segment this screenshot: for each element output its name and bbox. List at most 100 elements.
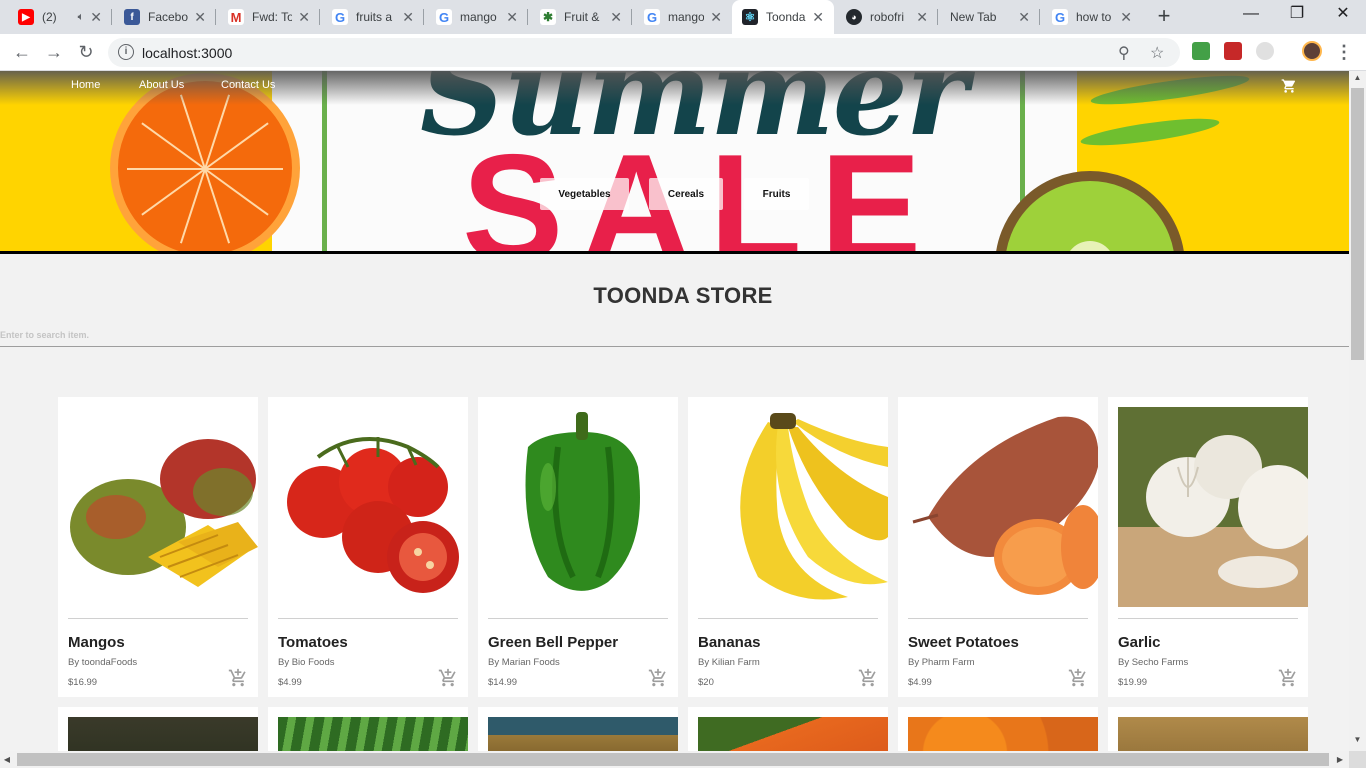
close-tab-icon[interactable]: ✕: [194, 9, 206, 26]
category-fruits-button[interactable]: Fruits: [744, 178, 809, 210]
product-card-sweet-potatoes[interactable]: Sweet Potatoes By Pharm Farm $4.99: [898, 397, 1098, 697]
tab-title: fruits a: [356, 10, 393, 24]
kiwi-image: [1118, 717, 1308, 751]
bookmark-star-icon[interactable]: ☆: [1150, 43, 1164, 63]
zoom-icon[interactable]: ⚲: [1118, 43, 1130, 63]
close-window-button[interactable]: ✕: [1320, 0, 1366, 30]
product-card-pineapple[interactable]: [478, 707, 678, 751]
nav-home-link[interactable]: Home: [71, 79, 100, 91]
red-extension-icon[interactable]: [1224, 42, 1242, 60]
close-tab-icon[interactable]: ✕: [916, 9, 928, 26]
tab-google-mango[interactable]: G mango ✕: [426, 0, 528, 34]
product-name[interactable]: Tomatoes: [278, 634, 348, 651]
close-tab-icon[interactable]: ✕: [610, 9, 622, 26]
close-tab-icon[interactable]: ✕: [812, 9, 824, 26]
menu-kebab-icon[interactable]: ⋮: [1332, 40, 1356, 64]
product-card-garlic[interactable]: Garlic By Secho Farms $19.99: [1108, 397, 1308, 697]
scroll-left-arrow-icon[interactable]: ◀: [0, 751, 14, 768]
tab-title: how to: [1076, 10, 1112, 24]
tab-google-fruits[interactable]: G fruits a ✕: [322, 0, 424, 34]
top-navigation: Home About Us Contact Us: [0, 71, 1349, 101]
tab-google-mango-2[interactable]: G mango ✕: [634, 0, 732, 34]
address-url[interactable]: localhost:3000: [142, 45, 232, 61]
scroll-down-arrow-icon[interactable]: ▼: [1349, 733, 1366, 747]
green-pepper-image: [488, 407, 678, 607]
tab-youtube[interactable]: ▶ (2) 🔈︎ ✕: [8, 0, 112, 34]
tab-title: New Tab: [950, 10, 997, 24]
avocado-image: [68, 717, 258, 751]
info-icon[interactable]: i: [118, 44, 134, 60]
product-card-mangos[interactable]: Mangos By toondaFoods $16.99: [58, 397, 258, 697]
shopping-cart-icon[interactable]: [1281, 78, 1297, 94]
product-card-orange[interactable]: [898, 707, 1098, 751]
category-vegetables-button[interactable]: Vegetables: [540, 178, 629, 210]
google-icon: G: [332, 9, 348, 25]
close-tab-icon[interactable]: ✕: [90, 9, 102, 26]
product-vendor: By Secho Farms: [1118, 657, 1189, 668]
tab-facebook[interactable]: f Facebook ✕: [114, 0, 216, 34]
product-name[interactable]: Sweet Potatoes: [908, 634, 1019, 651]
product-card-avocado[interactable]: [58, 707, 258, 751]
nav-contact-link[interactable]: Contact Us: [221, 79, 275, 91]
tab-title: Fruit &: [564, 10, 600, 24]
gray-extension-icon[interactable]: [1256, 42, 1274, 60]
vertical-scroll-thumb[interactable]: [1351, 88, 1364, 360]
product-price: $4.99: [278, 677, 302, 688]
add-to-cart-icon[interactable]: [1278, 668, 1298, 688]
tab-toonda[interactable]: ⚛ Toonda ✕: [732, 0, 834, 34]
watermelon-image: [278, 717, 468, 751]
product-card-watermelon[interactable]: [268, 707, 468, 751]
minimize-button[interactable]: —: [1228, 0, 1274, 30]
vertical-scrollbar[interactable]: ▲ ▼: [1349, 71, 1366, 751]
product-name[interactable]: Bananas: [698, 634, 761, 651]
product-price: $20: [698, 677, 714, 688]
close-tab-icon[interactable]: ✕: [1120, 9, 1132, 26]
search-input[interactable]: [0, 323, 1349, 347]
reload-icon[interactable]: ↻: [74, 40, 98, 64]
product-card-bananas[interactable]: Bananas By Kilian Farm $20: [688, 397, 888, 697]
tab-google-howto[interactable]: G how to ✕: [1042, 0, 1142, 34]
horizontal-scrollbar[interactable]: ◀ ▶: [0, 751, 1349, 768]
product-name[interactable]: Garlic: [1118, 634, 1161, 651]
tab-fruit-site[interactable]: ✱ Fruit & ✕: [530, 0, 632, 34]
horizontal-scroll-thumb[interactable]: [17, 753, 1329, 766]
product-card-kiwi[interactable]: [1108, 707, 1308, 751]
speaker-icon[interactable]: 🔈︎: [78, 11, 85, 24]
back-arrow-icon[interactable]: ←: [10, 40, 34, 64]
tab-title: mango: [460, 10, 497, 24]
close-tab-icon[interactable]: ✕: [298, 9, 310, 26]
address-bar[interactable]: i localhost:3000 ⚲ ☆: [108, 38, 1180, 67]
add-to-cart-icon[interactable]: [228, 668, 248, 688]
close-tab-icon[interactable]: ✕: [710, 9, 722, 26]
close-tab-icon[interactable]: ✕: [1018, 9, 1030, 26]
download-extension-icon[interactable]: [1192, 42, 1210, 60]
tab-new-tab[interactable]: New Tab ✕: [940, 0, 1040, 34]
youtube-icon: ▶: [18, 9, 34, 25]
profile-avatar[interactable]: [1302, 41, 1322, 61]
new-tab-button[interactable]: +: [1152, 5, 1176, 29]
scroll-right-arrow-icon[interactable]: ▶: [1333, 751, 1347, 768]
add-to-cart-icon[interactable]: [858, 668, 878, 688]
product-vendor: By Kilian Farm: [698, 657, 760, 668]
product-name[interactable]: Green Bell Pepper: [488, 634, 618, 651]
product-card-green-bell-pepper[interactable]: Green Bell Pepper By Marian Foods $14.99: [478, 397, 678, 697]
product-card-carrot[interactable]: [688, 707, 888, 751]
scroll-up-arrow-icon[interactable]: ▲: [1349, 71, 1366, 85]
product-card-tomatoes[interactable]: Tomatoes By Bio Foods $4.99: [268, 397, 468, 697]
react-icon: ⚛: [742, 9, 758, 25]
category-cereals-button[interactable]: Cereals: [649, 178, 723, 210]
tab-title: Fwd: To: [252, 10, 293, 24]
close-tab-icon[interactable]: ✕: [506, 9, 518, 26]
add-to-cart-icon[interactable]: [1068, 668, 1088, 688]
close-tab-icon[interactable]: ✕: [402, 9, 414, 26]
nav-about-link[interactable]: About Us: [139, 79, 184, 91]
forward-arrow-icon[interactable]: →: [42, 40, 66, 64]
tab-gmail[interactable]: M Fwd: To ✕: [218, 0, 320, 34]
sweet-potatoes-image: [908, 407, 1098, 607]
tab-github[interactable]: ◕ robofri ✕: [836, 0, 938, 34]
restore-button[interactable]: ❐: [1274, 0, 1320, 30]
product-name[interactable]: Mangos: [68, 634, 125, 651]
tab-title: mango: [668, 10, 705, 24]
add-to-cart-icon[interactable]: [648, 668, 668, 688]
add-to-cart-icon[interactable]: [438, 668, 458, 688]
